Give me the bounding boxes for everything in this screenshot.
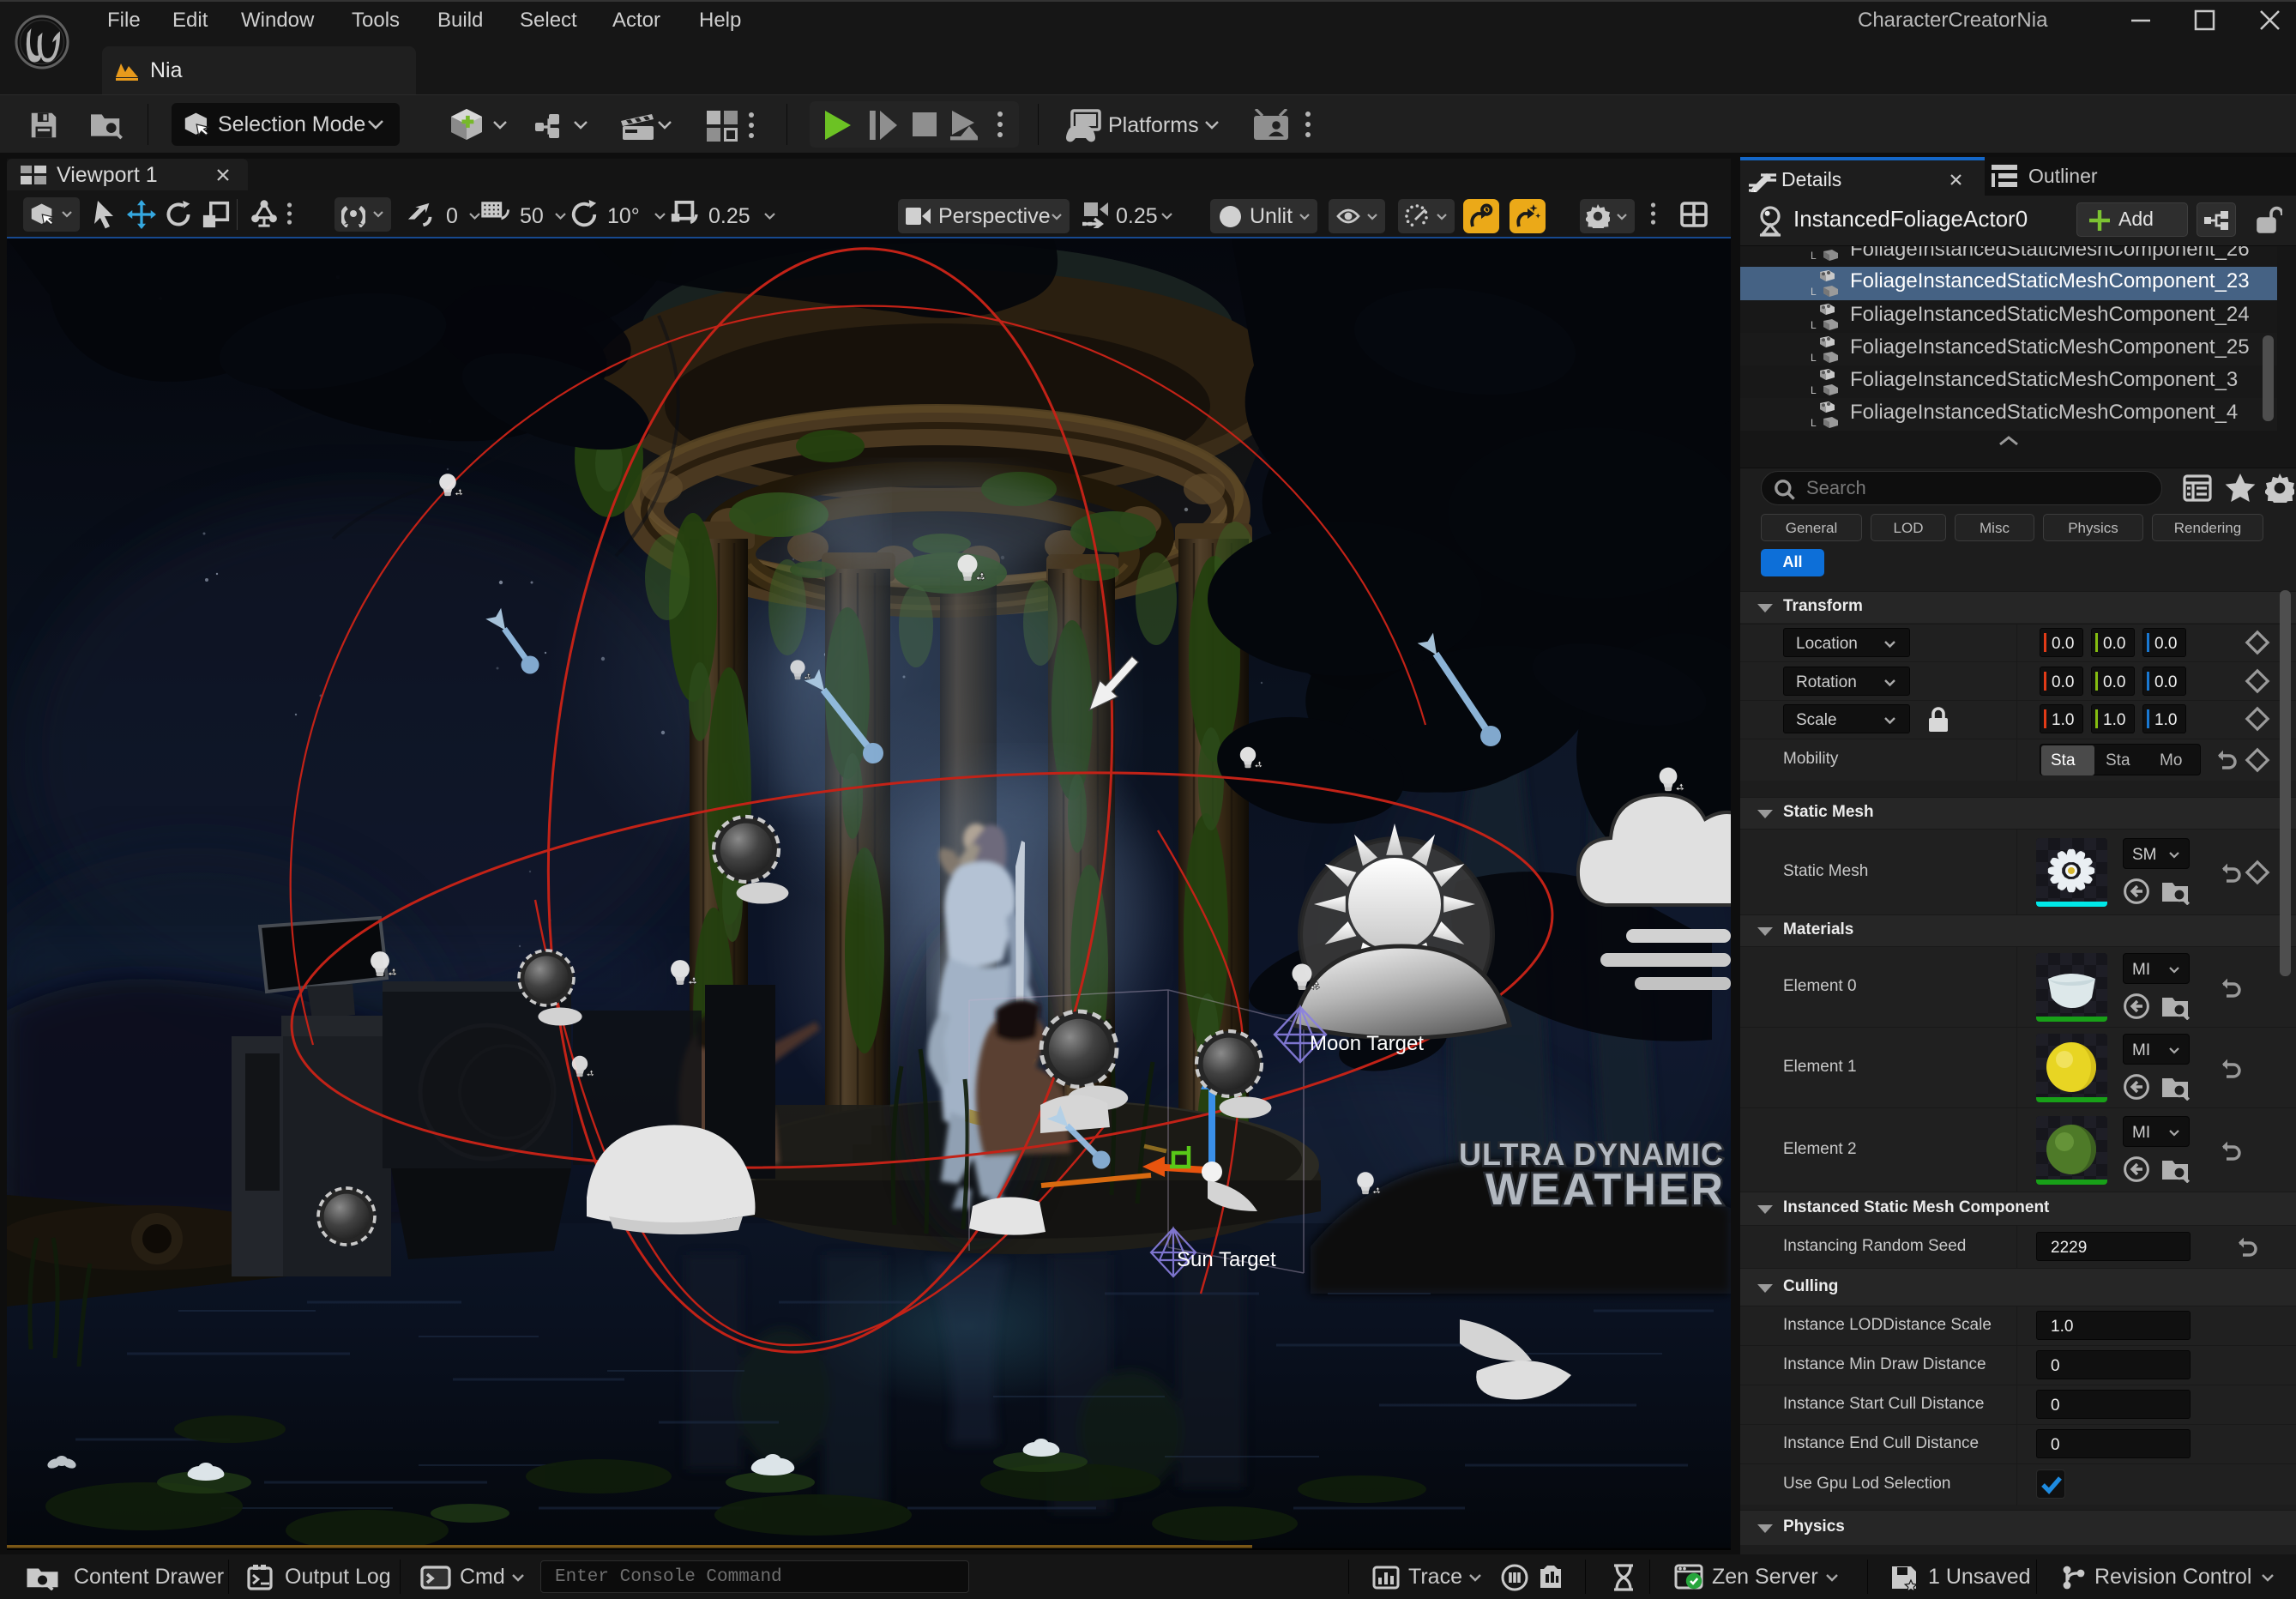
svg-text:WEATHER: WEATHER (1485, 1165, 1726, 1215)
svg-text:L: L (1811, 417, 1817, 428)
svg-text:Moon Target: Moon Target (1310, 1032, 1424, 1055)
svg-text:L: L (1811, 352, 1817, 363)
svg-text:L: L (1811, 250, 1817, 261)
svg-text:L: L (1811, 286, 1817, 297)
svg-text:L: L (1811, 384, 1817, 395)
svg-text:L: L (1811, 319, 1817, 330)
svg-text:Sun Target: Sun Target (1177, 1248, 1276, 1271)
